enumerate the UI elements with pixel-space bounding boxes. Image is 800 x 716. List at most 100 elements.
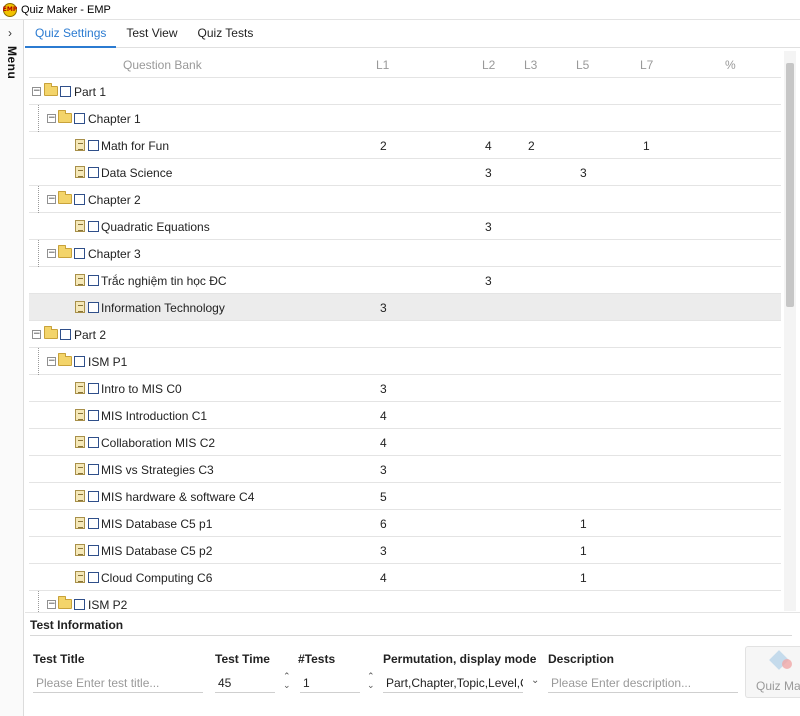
collapse-icon[interactable]: −	[32, 87, 41, 96]
cell-l1[interactable]: 6	[380, 517, 387, 531]
row-label: ISM P1	[88, 355, 128, 369]
column-header-l2[interactable]: L2	[482, 58, 495, 72]
permutation-label: Permutation, display mode	[383, 652, 537, 666]
tab-quiz-tests[interactable]: Quiz Tests	[188, 20, 264, 48]
tree-row-topic[interactable]: Intro to MIS C0 3	[29, 375, 781, 402]
cell-l2[interactable]: 3	[485, 274, 492, 288]
cell-l7[interactable]: 1	[643, 139, 650, 153]
cell-l5[interactable]: 1	[580, 517, 587, 531]
cell-l1[interactable]: 4	[380, 409, 387, 423]
vertical-scrollbar[interactable]	[784, 51, 796, 611]
tree-row-topic[interactable]: MIS Database C5 p1 6 1	[29, 510, 781, 537]
tree-row-topic[interactable]: Data Science 3 3	[29, 159, 781, 186]
cell-l1[interactable]: 3	[380, 301, 387, 315]
row-checkbox[interactable]	[88, 410, 99, 421]
cell-l2[interactable]: 4	[485, 139, 492, 153]
row-checkbox[interactable]	[88, 221, 99, 232]
cell-l5[interactable]: 1	[580, 544, 587, 558]
row-checkbox[interactable]	[88, 545, 99, 556]
tree-row-chapter[interactable]: − Chapter 1	[29, 105, 781, 132]
cell-l1[interactable]: 3	[380, 382, 387, 396]
collapse-icon[interactable]: −	[47, 600, 56, 609]
row-checkbox[interactable]	[88, 302, 99, 313]
cell-l1[interactable]: 3	[380, 544, 387, 558]
menu-label[interactable]: Menu	[5, 46, 19, 79]
column-header-l7[interactable]: L7	[640, 58, 653, 72]
row-checkbox[interactable]	[88, 572, 99, 583]
permutation-select[interactable]	[383, 673, 523, 693]
tree-row-part[interactable]: − Part 2	[29, 321, 781, 348]
tree-row-chapter[interactable]: − Chapter 2	[29, 186, 781, 213]
row-checkbox[interactable]	[88, 140, 99, 151]
test-information-panel: Test Information Test Title Test Time #T…	[25, 612, 800, 716]
column-header-l3[interactable]: L3	[524, 58, 537, 72]
tree-row-topic[interactable]: Math for Fun 2 4 2 1	[29, 132, 781, 159]
row-checkbox[interactable]	[60, 329, 71, 340]
cell-l2[interactable]: 3	[485, 220, 492, 234]
document-icon	[75, 409, 85, 421]
document-icon	[75, 490, 85, 502]
chevron-right-icon[interactable]: ›	[8, 26, 12, 40]
row-checkbox[interactable]	[74, 599, 85, 610]
row-checkbox[interactable]	[88, 464, 99, 475]
row-checkbox[interactable]	[74, 248, 85, 259]
row-checkbox[interactable]	[88, 275, 99, 286]
row-checkbox[interactable]	[74, 194, 85, 205]
test-time-stepper[interactable]: ⌃ ⌄	[283, 673, 291, 691]
tree-row-topic[interactable]: MIS hardware & software C4 5	[29, 483, 781, 510]
tree-row-chapter[interactable]: − ISM P1	[29, 348, 781, 375]
tree-row-topic[interactable]: MIS vs Strategies C3 3	[29, 456, 781, 483]
cell-l1[interactable]: 3	[380, 463, 387, 477]
scrollbar-thumb[interactable]	[786, 63, 794, 307]
tests-count-stepper[interactable]: ⌃ ⌄	[367, 673, 375, 691]
column-header-l1[interactable]: L1	[376, 58, 389, 72]
row-checkbox[interactable]	[88, 437, 99, 448]
tree-row-topic[interactable]: Cloud Computing C6 4 1	[29, 564, 781, 591]
cell-l2[interactable]: 3	[485, 166, 492, 180]
spin-down-icon[interactable]: ⌄	[283, 681, 291, 691]
tree-row-topic[interactable]: Quadratic Equations 3	[29, 213, 781, 240]
description-input[interactable]	[548, 673, 738, 693]
test-title-input[interactable]	[33, 673, 203, 693]
chevron-down-icon[interactable]: ⌄	[531, 675, 539, 686]
collapse-icon[interactable]: −	[47, 195, 56, 204]
column-header-percent[interactable]: %	[725, 58, 736, 72]
cell-l3[interactable]: 2	[528, 139, 535, 153]
cell-l1[interactable]: 2	[380, 139, 387, 153]
collapse-icon[interactable]: −	[32, 330, 41, 339]
row-checkbox[interactable]	[88, 167, 99, 178]
row-checkbox[interactable]	[88, 491, 99, 502]
row-checkbox[interactable]	[74, 113, 85, 124]
row-checkbox[interactable]	[60, 86, 71, 97]
sidebar[interactable]: › Menu	[0, 20, 24, 716]
tree-row-topic[interactable]: MIS Database C5 p2 3 1	[29, 537, 781, 564]
tree-row-topic[interactable]: Trắc nghiệm tin học ĐC 3	[29, 267, 781, 294]
tree-row-topic[interactable]: Collaboration MIS C2 4	[29, 429, 781, 456]
tree-row-chapter[interactable]: − ISM P2	[29, 591, 781, 613]
collapse-icon[interactable]: −	[47, 357, 56, 366]
document-icon	[75, 571, 85, 583]
column-header-question-bank[interactable]: Question Bank	[123, 58, 202, 72]
row-checkbox[interactable]	[88, 518, 99, 529]
tab-test-view[interactable]: Test View	[116, 20, 187, 48]
column-header-l5[interactable]: L5	[576, 58, 589, 72]
tree-row-topic[interactable]: MIS Introduction C1 4	[29, 402, 781, 429]
cell-l1[interactable]: 4	[380, 436, 387, 450]
tree-row-topic-selected[interactable]: Information Technology 3	[29, 294, 781, 321]
quiz-maker-button[interactable]: Quiz Ma	[745, 646, 800, 698]
cell-l5[interactable]: 3	[580, 166, 587, 180]
spin-down-icon[interactable]: ⌄	[367, 681, 375, 691]
tab-quiz-settings[interactable]: Quiz Settings	[25, 20, 117, 48]
tree-row-part[interactable]: − Part 1	[29, 78, 781, 105]
test-time-input[interactable]	[215, 673, 275, 693]
cell-l1[interactable]: 5	[380, 490, 387, 504]
row-checkbox[interactable]	[74, 356, 85, 367]
tree-row-chapter[interactable]: − Chapter 3	[29, 240, 781, 267]
cell-l1[interactable]: 4	[380, 571, 387, 585]
cell-l5[interactable]: 1	[580, 571, 587, 585]
collapse-icon[interactable]: −	[47, 249, 56, 258]
row-checkbox[interactable]	[88, 383, 99, 394]
collapse-icon[interactable]: −	[47, 114, 56, 123]
row-label: Information Technology	[101, 301, 225, 315]
tests-count-input[interactable]	[300, 673, 360, 693]
